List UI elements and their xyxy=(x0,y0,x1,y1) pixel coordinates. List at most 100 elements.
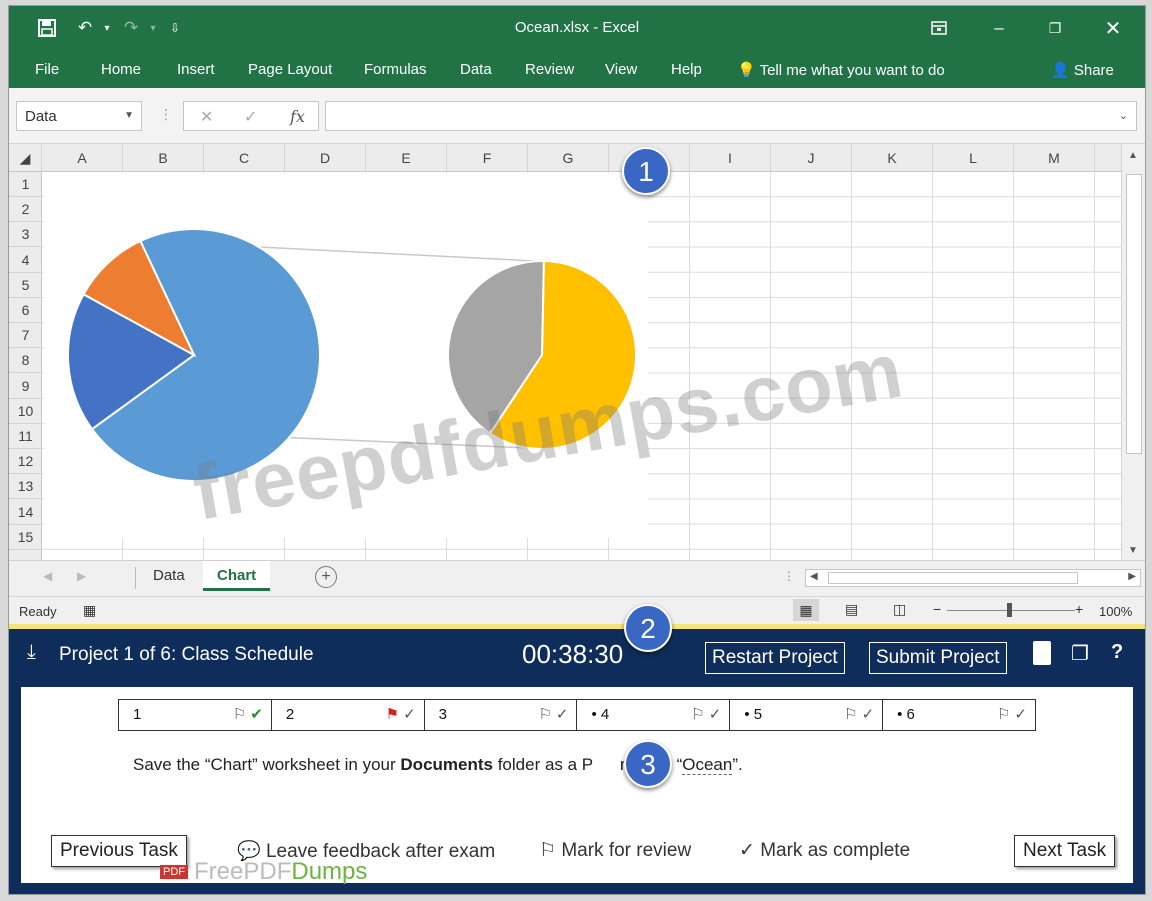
row-header[interactable]: 10 xyxy=(9,399,42,424)
restore-panel-icon[interactable]: ❐ xyxy=(1071,641,1089,666)
checkmark-icon[interactable]: ✓ xyxy=(403,706,416,723)
restart-project-button[interactable]: Restart Project xyxy=(705,642,845,674)
task-tab-3[interactable]: 3 ⚐ ✓ xyxy=(424,700,578,730)
scroll-left-icon[interactable]: ◀ xyxy=(810,571,818,582)
column-header[interactable]: G xyxy=(528,144,609,172)
row-header[interactable]: 13 xyxy=(9,474,42,500)
flag-icon[interactable]: ⚐ xyxy=(844,706,857,723)
checkmark-icon[interactable]: ✓ xyxy=(862,706,875,723)
sheet-tab-chart[interactable]: Chart xyxy=(203,561,271,591)
close-icon[interactable]: ✕ xyxy=(1101,16,1125,40)
scroll-up-icon[interactable]: ▲ xyxy=(1128,150,1138,161)
minimize-icon[interactable]: – xyxy=(987,16,1011,40)
column-header[interactable]: A xyxy=(42,144,123,172)
tab-file[interactable]: File xyxy=(35,61,59,78)
calculator-icon[interactable] xyxy=(1033,641,1051,665)
collapse-panel-icon[interactable]: ⤓ xyxy=(27,641,36,664)
row-header[interactable]: 2 xyxy=(9,197,42,223)
tab-home[interactable]: Home xyxy=(101,61,141,78)
task-tab-5[interactable]: • 5 ⚐ ✓ xyxy=(730,700,884,730)
scroll-right-icon[interactable]: ▶ xyxy=(1128,571,1136,582)
help-icon[interactable]: ? xyxy=(1111,641,1123,664)
row-header[interactable]: 12 xyxy=(9,449,42,475)
tab-data[interactable]: Data xyxy=(460,61,492,78)
horizontal-scrollbar[interactable]: ◀ ▶ xyxy=(805,569,1141,587)
submit-project-button[interactable]: Submit Project xyxy=(869,642,1007,674)
vertical-scrollbar[interactable]: ▲ ▼ xyxy=(1121,144,1145,560)
task-tab-4[interactable]: • 4 ⚐ ✓ xyxy=(577,700,731,730)
tab-page-layout[interactable]: Page Layout xyxy=(248,61,332,78)
checkmark-icon[interactable]: ✓ xyxy=(1014,706,1027,723)
chevron-down-icon[interactable]: ▼ xyxy=(124,110,134,121)
hscroll-thumb[interactable] xyxy=(828,572,1078,584)
row-header[interactable]: 14 xyxy=(9,500,42,525)
scroll-down-icon[interactable]: ▼ xyxy=(1128,545,1138,556)
pie-of-pie-chart[interactable] xyxy=(44,173,648,538)
column-header[interactable]: I xyxy=(690,144,771,172)
zoom-out-icon[interactable]: − xyxy=(933,601,941,617)
scroll-tabs-left-icon[interactable]: ◀ xyxy=(43,569,52,583)
name-box[interactable]: Data ▼ xyxy=(16,101,142,131)
new-sheet-icon[interactable]: + xyxy=(315,566,337,588)
row-header[interactable]: 7 xyxy=(9,323,42,349)
row-header[interactable]: 8 xyxy=(9,348,42,374)
zoom-slider-thumb[interactable] xyxy=(1007,603,1012,617)
flag-icon[interactable]: ⚑ xyxy=(386,706,399,723)
tab-review[interactable]: Review xyxy=(525,61,574,78)
formula-input[interactable]: ⌄ xyxy=(325,101,1137,131)
insert-function-icon[interactable]: fx xyxy=(290,107,305,126)
cancel-icon[interactable]: ✕ xyxy=(200,107,213,127)
column-header[interactable]: E xyxy=(366,144,447,172)
column-header[interactable]: K xyxy=(852,144,933,172)
task-tab-1[interactable]: 1 ⚐ ✔ xyxy=(119,700,272,730)
instruction-filename[interactable]: Ocean xyxy=(682,755,733,775)
mark-for-review-link[interactable]: ⚐ Mark for review xyxy=(539,839,691,862)
checkmark-icon[interactable]: ✓ xyxy=(556,706,569,723)
enter-icon[interactable]: ✓ xyxy=(244,107,257,127)
row-header[interactable]: 6 xyxy=(9,298,42,323)
row-header[interactable]: 15 xyxy=(9,525,42,550)
column-header[interactable]: J xyxy=(771,144,852,172)
row-header[interactable]: 5 xyxy=(9,273,42,298)
column-header[interactable]: B xyxy=(123,144,204,172)
macro-record-icon[interactable]: ▦ xyxy=(83,602,96,619)
zoom-in-icon[interactable]: + xyxy=(1075,601,1083,617)
page-break-view-icon[interactable]: ◫ xyxy=(893,601,906,618)
tab-insert[interactable]: Insert xyxy=(177,61,215,78)
flag-icon[interactable]: ⚐ xyxy=(691,706,704,723)
split-handle-icon[interactable]: ⋮ xyxy=(783,569,795,583)
expand-formula-icon[interactable]: ⌄ xyxy=(1119,109,1128,122)
sheet-tab-data[interactable]: Data xyxy=(139,561,199,591)
share-button[interactable]: 👤 Share xyxy=(1051,61,1114,79)
row-header[interactable]: 4 xyxy=(9,248,42,273)
row-header[interactable]: 11 xyxy=(9,424,42,449)
flag-icon[interactable]: ⚐ xyxy=(233,706,246,723)
normal-view-icon[interactable]: ▦ xyxy=(793,599,819,621)
ribbon-display-icon[interactable] xyxy=(927,16,951,40)
column-header[interactable]: F xyxy=(447,144,528,172)
scroll-tabs-right-icon[interactable]: ▶ xyxy=(77,569,86,583)
checkmark-icon[interactable]: ✓ xyxy=(709,706,722,723)
flag-icon[interactable]: ⚐ xyxy=(997,706,1010,723)
row-header[interactable]: 9 xyxy=(9,374,42,399)
select-all-corner[interactable]: ◢ xyxy=(9,144,42,172)
tell-me-box[interactable]: 💡 Tell me what you want to do xyxy=(737,61,945,79)
column-header[interactable]: L xyxy=(933,144,1014,172)
tab-formulas[interactable]: Formulas xyxy=(364,61,427,78)
task-tab-6[interactable]: • 6 ⚐ ✓ xyxy=(883,700,1035,730)
tab-help[interactable]: Help xyxy=(671,61,702,78)
zoom-level[interactable]: 100% xyxy=(1099,604,1132,619)
column-header[interactable]: C xyxy=(204,144,285,172)
column-header[interactable]: M xyxy=(1014,144,1095,172)
next-task-button[interactable]: Next Task xyxy=(1014,835,1116,867)
row-header[interactable]: 3 xyxy=(9,222,42,248)
checkmark-icon[interactable]: ✔ xyxy=(250,706,263,723)
task-tab-2[interactable]: 2 ⚑ ✓ xyxy=(272,700,425,730)
restore-icon[interactable]: ❐ xyxy=(1043,16,1067,40)
column-header[interactable]: D xyxy=(285,144,366,172)
scroll-thumb[interactable] xyxy=(1126,174,1142,454)
page-layout-view-icon[interactable]: ▤ xyxy=(845,601,858,618)
drag-handle-icon[interactable]: ⋮ xyxy=(159,106,173,123)
tab-view[interactable]: View xyxy=(605,61,637,78)
mark-complete-link[interactable]: ✓ Mark as complete xyxy=(739,839,910,862)
